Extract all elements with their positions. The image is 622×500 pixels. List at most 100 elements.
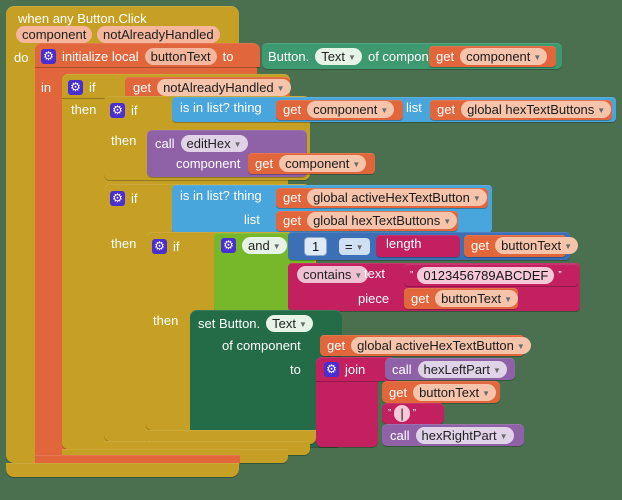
if-3-keyword: if (131, 190, 138, 206)
if-block-4-row: if (152, 235, 180, 257)
getter-name-c3[interactable]: component ▼ (279, 155, 367, 172)
event-param-nah-label: notAlreadyHandled (97, 26, 220, 43)
contains-op-wrap: contains ▼ (297, 266, 369, 283)
length-label-wrap: length (386, 236, 421, 251)
list-label-2: list (244, 212, 260, 227)
if-block-1-row: if (68, 76, 96, 98)
quote-open-icon: ” (388, 408, 392, 419)
then-text-2: then (111, 133, 137, 148)
getter-name-ghtb1[interactable]: global hexTextButtons ▼ (461, 101, 612, 118)
if-2-keyword: if (131, 102, 138, 118)
procedure-name-hrp-label: hexRightPart (421, 427, 497, 443)
getter-name-bt2[interactable]: buttonText ▼ (435, 290, 518, 307)
initialize-local-in-label: in (41, 80, 51, 95)
contains-operator-label: contains (303, 267, 352, 282)
gear-icon[interactable] (41, 48, 56, 64)
component-getter-property[interactable]: Text ▼ (315, 47, 362, 65)
chevron-down-icon: ▼ (354, 271, 363, 280)
event-param-component-label: component (16, 26, 93, 43)
setter-prefix: set Button. (198, 315, 261, 331)
setter-property-label: Text (272, 315, 296, 331)
and-operator-dropdown[interactable]: and ▼ (242, 236, 287, 254)
getter-name-gahtb2[interactable]: global activeHexTextButton ▼ (351, 337, 531, 354)
quote-close-icon: ” (412, 408, 417, 419)
join-row: join (324, 359, 365, 379)
getter-button-text-3-row: get buttonText ▼ (389, 382, 496, 402)
chevron-down-icon: ▼ (352, 160, 361, 169)
getter-name-bt3[interactable]: buttonText ▼ (413, 383, 496, 401)
getter-component-3-row: get component ▼ (255, 154, 367, 173)
contains-piece-label: piece (358, 291, 389, 306)
contains-operator-dropdown[interactable]: contains ▼ (297, 266, 369, 283)
of-component-text: of component (222, 338, 301, 353)
blocks-canvas[interactable]: when any Button.Click component notAlrea… (0, 0, 622, 500)
call-keyword-hlp: call (392, 361, 412, 377)
piece-label: piece (358, 291, 390, 306)
chevron-down-icon: ▼ (380, 106, 389, 115)
gear-icon[interactable] (221, 237, 236, 253)
chevron-down-icon: ▼ (233, 139, 242, 149)
chevron-down-icon: ▼ (516, 342, 525, 351)
getter-ghtb-1-row: get global hexTextButtons ▼ (437, 100, 612, 119)
then-text-4: then (153, 313, 179, 328)
getter-name-c3-label: component (285, 156, 350, 171)
event-title-text: when any Button.Click (18, 11, 147, 26)
getter-name-nah[interactable]: notAlreadyHandled ▼ (157, 79, 291, 96)
if-block-2-row: if (110, 99, 138, 121)
gear-icon[interactable] (110, 102, 125, 118)
setter-row: set Button. Text ▼ (198, 313, 313, 333)
call-edit-hex-row: call editHex ▼ (155, 133, 248, 153)
getter-name-gahtb1-label: global activeHexTextButton (313, 190, 470, 205)
getter-name-ghtb1-label: global hexTextButtons (467, 102, 595, 117)
getter-name-gahtb1[interactable]: global activeHexTextButton ▼ (307, 189, 487, 206)
if-3-then-label: then (111, 236, 136, 251)
getter-keyword-nah: get (133, 80, 152, 95)
is-in-list-1-list-label: list (406, 100, 422, 115)
procedure-name-edit-hex[interactable]: editHex ▼ (180, 134, 248, 152)
quote-open-icon: ” (410, 269, 414, 281)
chevron-down-icon: ▼ (348, 52, 356, 62)
setter-property-dropdown[interactable]: Text ▼ (266, 314, 313, 332)
getter-nah-row: get notAlreadyHandled ▼ (133, 78, 291, 97)
arg-label-component: component (176, 156, 241, 171)
chevron-down-icon: ▼ (597, 106, 606, 115)
quote-close-icon: ” (558, 269, 562, 281)
getter-name-c2[interactable]: component ▼ (307, 101, 395, 118)
text-literal-pipe-value[interactable]: | (394, 405, 410, 422)
text-literal-pipe-row: ” | ” (388, 404, 416, 423)
procedure-name-hex-right-part[interactable]: hexRightPart ▼ (415, 426, 514, 444)
chevron-down-icon: ▼ (533, 53, 542, 62)
event-param-component: component (16, 26, 93, 43)
gear-icon[interactable] (68, 79, 83, 95)
gear-icon[interactable] (152, 238, 167, 254)
getter-name-ghtb2[interactable]: global hexTextButtons ▼ (307, 212, 458, 229)
gear-icon[interactable] (110, 190, 125, 206)
procedure-name-hex-left-part[interactable]: hexLeftPart ▼ (417, 360, 507, 378)
if-1-then-label: then (71, 102, 96, 117)
getter-name-bt1[interactable]: buttonText ▼ (495, 237, 578, 254)
equals-operator-dropdown[interactable]: = ▼ (339, 238, 370, 255)
getter-button-text-1-row: get buttonText ▼ (471, 236, 578, 255)
equals-operator-label: = (345, 239, 353, 254)
setter-of-component-label: of component (222, 338, 301, 353)
getter-component-2-row: get component ▼ (283, 100, 395, 119)
getter-name-bt1-label: buttonText (501, 238, 562, 253)
number-literal-1[interactable]: 1 (304, 237, 328, 256)
getter-keyword-gahtb1: get (283, 190, 302, 205)
getter-name-1[interactable]: component ▼ (460, 48, 548, 65)
getter-ghtb-2-row: get global hexTextButtons ▼ (283, 211, 458, 230)
event-title: when any Button.Click (18, 11, 147, 26)
then-text-3: then (111, 236, 137, 251)
gear-icon[interactable] (324, 361, 339, 377)
getter-name-1-label: component (466, 49, 531, 64)
if-4-then-label: then (153, 313, 178, 328)
getter-name-ghtb2-label: global hexTextButtons (313, 213, 441, 228)
getter-gahtb-2-row: get global activeHexTextButton ▼ (327, 336, 531, 355)
local-var-name[interactable]: buttonText (144, 47, 217, 65)
getter-keyword-bt2: get (411, 291, 430, 306)
text-literal-hex-digits-value[interactable]: 0123456789ABCDEF (417, 266, 555, 284)
join-label: join (345, 361, 366, 377)
getter-keyword-bt1: get (471, 238, 490, 253)
text-label: text (364, 266, 385, 281)
getter-keyword-bt3: get (389, 384, 408, 400)
